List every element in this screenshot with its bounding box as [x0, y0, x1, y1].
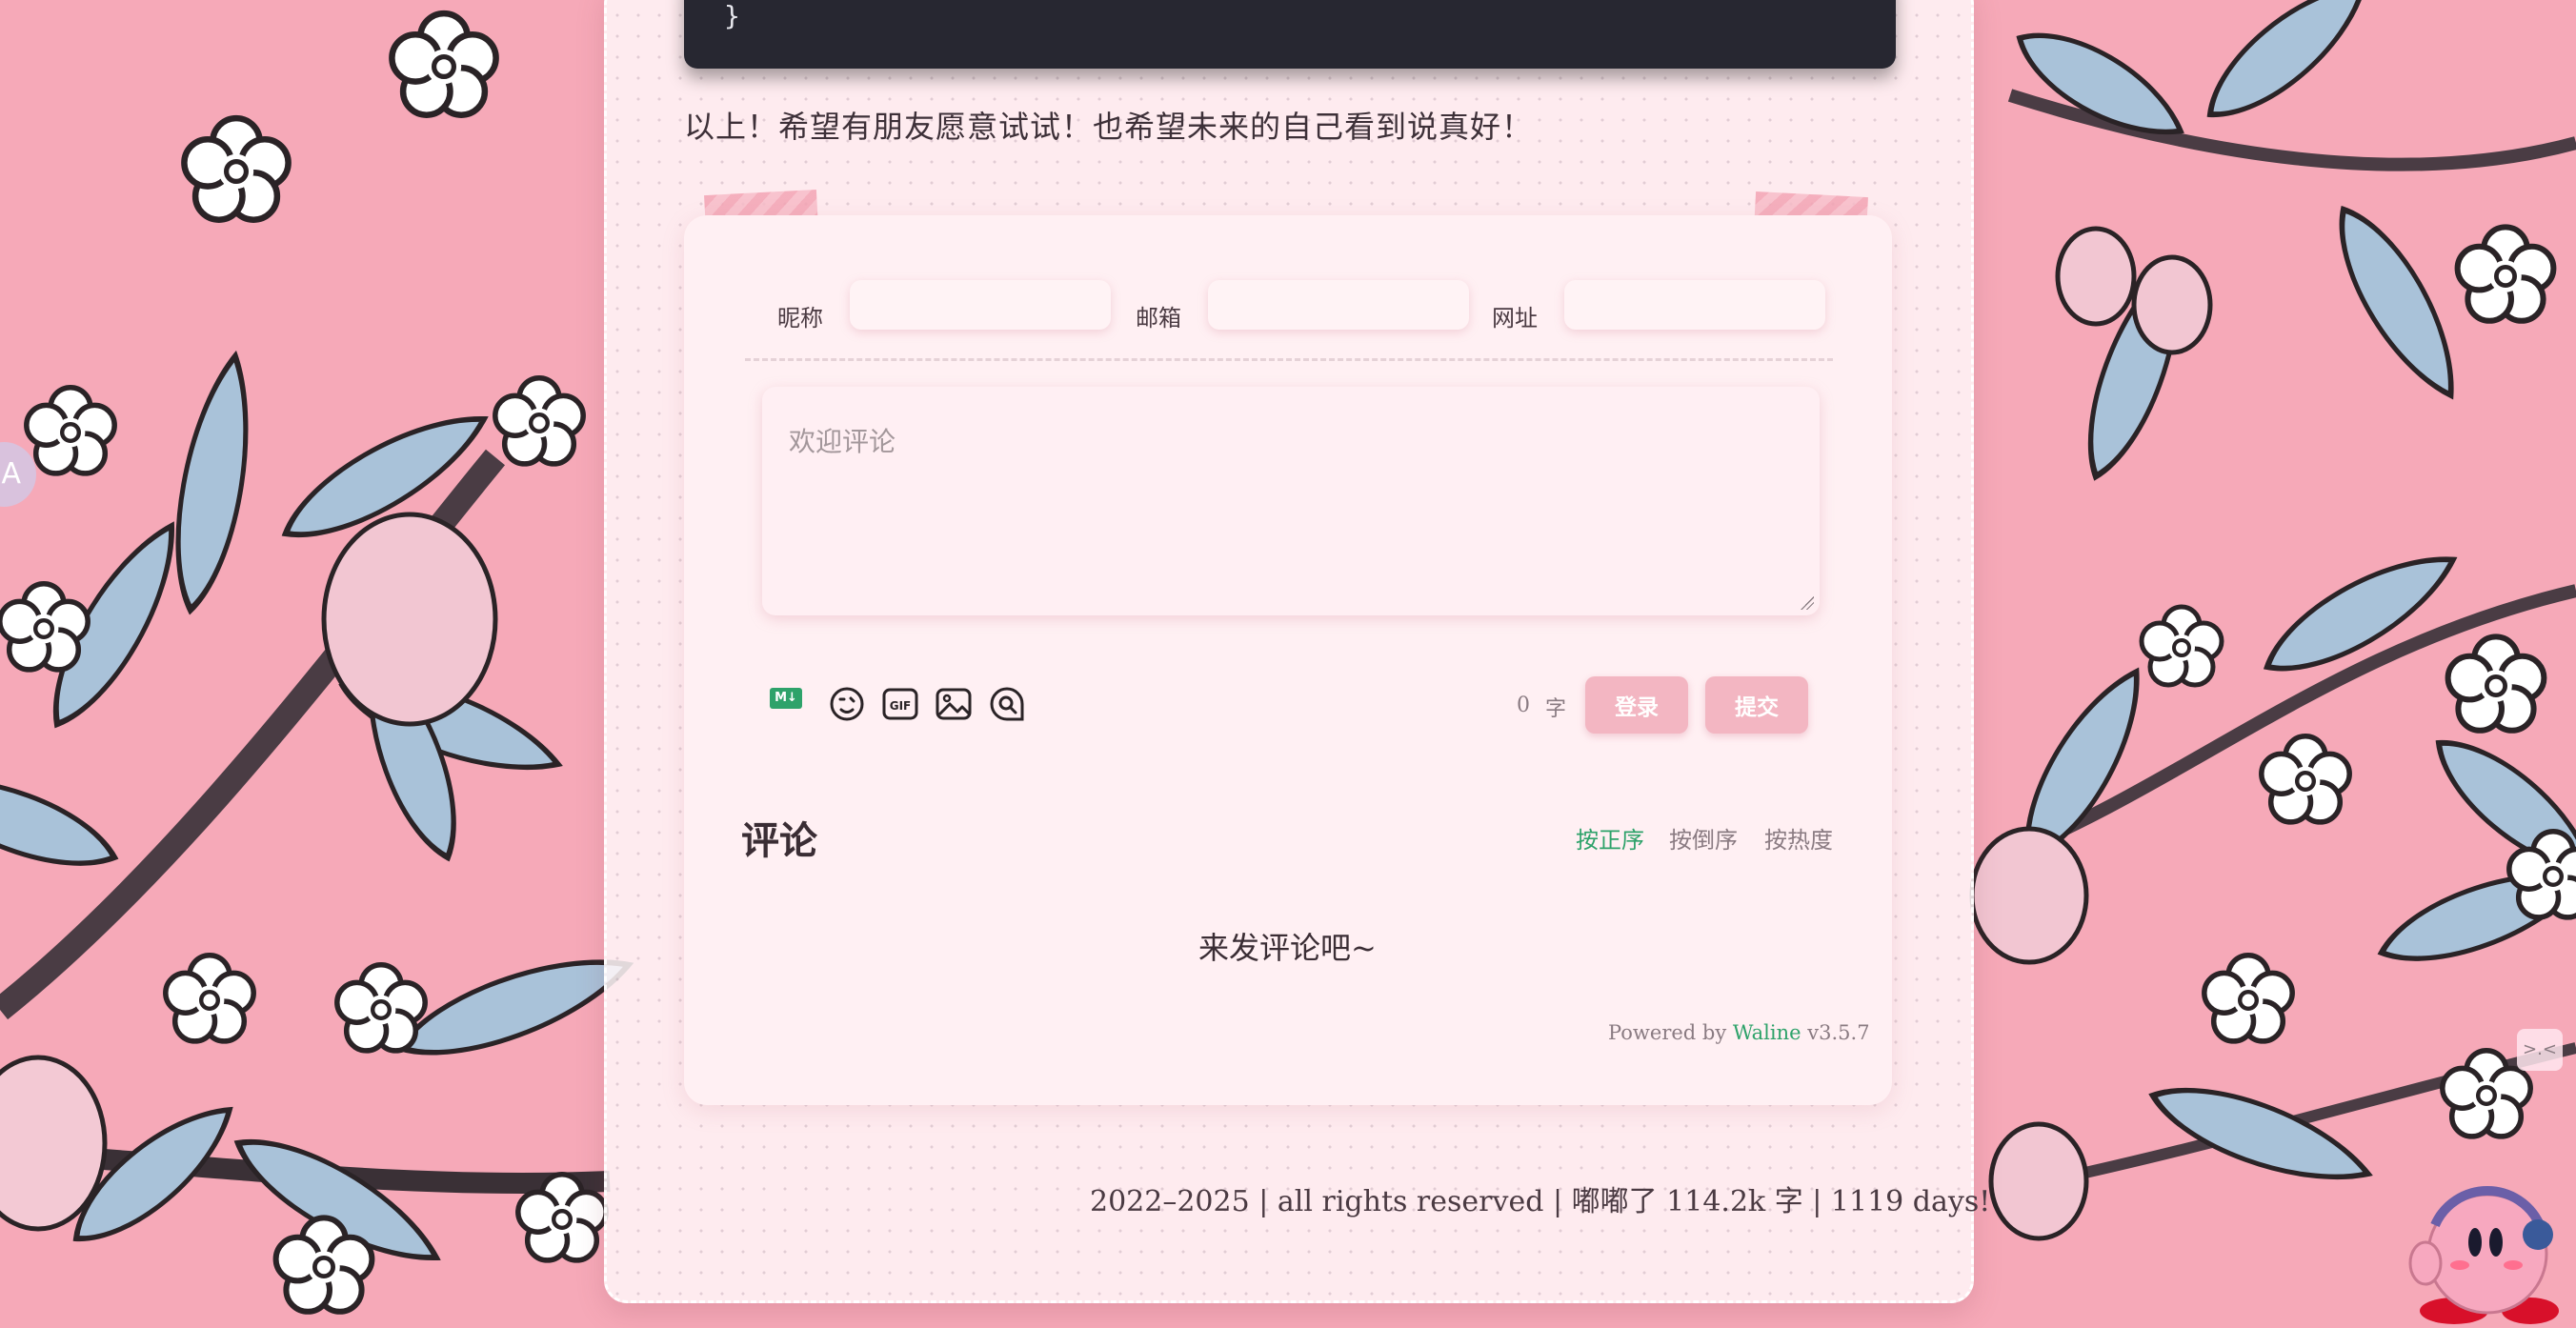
sort-ascending-tab[interactable]: 按正序 — [1576, 821, 1644, 855]
code-closing-brace: } — [724, 0, 740, 31]
nick-label: 昵称 — [777, 305, 823, 332]
empty-comments-message: 来发评论吧~ — [1198, 930, 1377, 966]
waline-link[interactable]: Waline — [1733, 1021, 1801, 1044]
site-footer: 2022–2025 | all rights reserved | 嘟嘟了 11… — [1090, 1185, 1991, 1218]
preview-icon[interactable] — [987, 684, 1027, 724]
link-label: 网址 — [1492, 305, 1538, 332]
markdown-icon[interactable]: M↓ — [770, 688, 802, 709]
nick-input[interactable] — [850, 280, 1111, 330]
word-count-unit: 字 — [1545, 697, 1567, 721]
powered-by: Powered by Waline v3.5.7 — [1608, 1021, 1870, 1044]
article-closing-text: 以上！希望有朋友愿意试试！也希望未来的自己看到说真好！ — [684, 109, 1534, 145]
login-button[interactable]: 登录 — [1585, 676, 1688, 734]
submit-button[interactable]: 提交 — [1705, 676, 1808, 734]
link-input[interactable] — [1564, 280, 1825, 330]
gif-icon[interactable]: GIF — [880, 684, 920, 724]
svg-text:GIF: GIF — [890, 699, 912, 713]
waline-version: v3.5.7 — [1807, 1021, 1870, 1044]
header-divider — [745, 358, 1833, 361]
kirby-mascot[interactable] — [2397, 1158, 2568, 1328]
powered-by-prefix: Powered by — [1608, 1021, 1727, 1044]
sort-descending-tab[interactable]: 按倒序 — [1669, 821, 1738, 855]
word-count: 0 — [1517, 694, 1530, 717]
image-icon[interactable] — [934, 684, 974, 724]
mail-input[interactable] — [1208, 280, 1469, 330]
emote-toggle-button[interactable]: >.< — [2517, 1029, 2563, 1071]
comment-panel — [684, 215, 1892, 1105]
comment-textarea[interactable] — [762, 387, 1820, 615]
textarea-resize-handle[interactable] — [1801, 596, 1814, 610]
mail-label: 邮箱 — [1136, 305, 1181, 332]
code-block: } — [684, 0, 1896, 69]
sort-hot-tab[interactable]: 按热度 — [1764, 821, 1833, 855]
comments-title: 评论 — [741, 818, 817, 863]
emoji-icon[interactable] — [827, 684, 867, 724]
